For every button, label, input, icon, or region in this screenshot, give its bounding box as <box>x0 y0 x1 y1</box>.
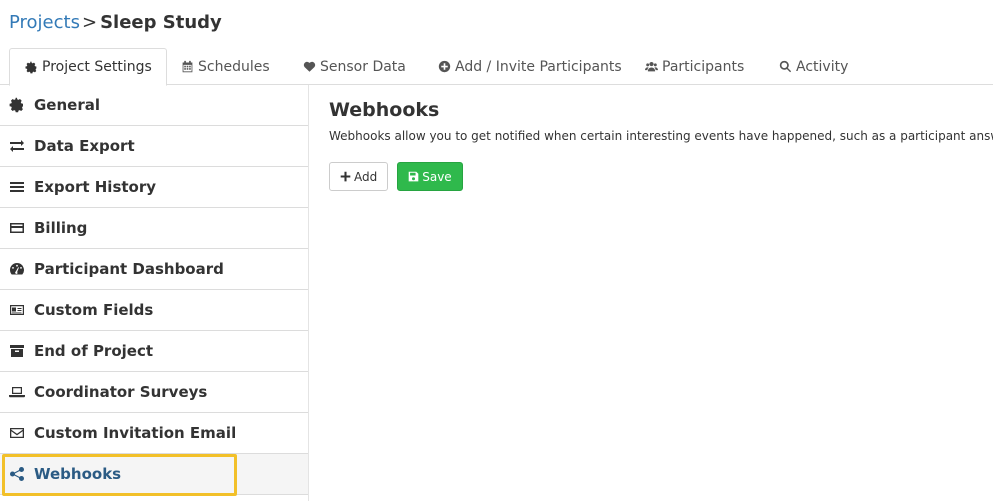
envelope-icon <box>8 425 26 441</box>
page-description: Webhooks allow you to get notified when … <box>329 129 993 143</box>
laptop-icon <box>8 384 26 400</box>
breadcrumb-projects-link[interactable]: Projects <box>9 12 80 33</box>
list-icon <box>8 179 26 195</box>
tab-label: Project Settings <box>42 59 152 75</box>
id-card-icon <box>8 302 26 318</box>
tab-schedules[interactable]: Schedules <box>180 48 270 85</box>
sidebar-item-custom-fields[interactable]: Custom Fields <box>0 290 308 331</box>
gear-icon <box>8 97 26 113</box>
sidebar-item-label: End of Project <box>34 342 154 360</box>
sidebar-item-label: Data Export <box>34 137 135 155</box>
sidebar-item-custom-invitation-email[interactable]: Custom Invitation Email <box>0 413 308 454</box>
search-icon <box>778 60 792 74</box>
settings-sidebar: General Data Export Export History Billi… <box>0 85 309 501</box>
tab-label: Participants <box>662 58 745 75</box>
main-content: Webhooks Webhooks allow you to get notif… <box>329 97 993 191</box>
save-button-label: Save <box>422 169 452 184</box>
sidebar-item-participant-dashboard[interactable]: Participant Dashboard <box>0 249 308 290</box>
tab-activity[interactable]: Activity <box>778 48 848 85</box>
add-button-label: Add <box>354 169 378 184</box>
share-icon <box>8 466 26 482</box>
add-button[interactable]: Add <box>329 162 389 191</box>
gear-icon <box>24 60 38 74</box>
sidebar-item-label: Billing <box>34 219 88 237</box>
sidebar-item-label: Coordinator Surveys <box>34 383 208 401</box>
sidebar-item-label: Export History <box>34 178 157 196</box>
dashboard-icon <box>8 261 26 277</box>
tab-label: Schedules <box>198 58 270 75</box>
users-icon <box>644 60 658 74</box>
tab-sensor-data[interactable]: Sensor Data <box>302 48 406 85</box>
sidebar-item-webhooks[interactable]: Webhooks <box>0 454 308 495</box>
sidebar-item-label: Webhooks <box>34 465 122 483</box>
tab-label: Activity <box>796 58 849 75</box>
sidebar-item-export-history[interactable]: Export History <box>0 167 308 208</box>
floppy-icon <box>408 171 419 182</box>
credit-card-icon <box>8 220 26 236</box>
calendar-icon <box>180 60 194 74</box>
sidebar-item-label: Custom Invitation Email <box>34 424 237 442</box>
plus-circle-icon <box>437 60 451 74</box>
sidebar-item-label: Custom Fields <box>34 301 154 319</box>
sidebar-item-data-export[interactable]: Data Export <box>0 126 308 167</box>
tab-label: Add / Invite Participants <box>455 58 622 75</box>
sidebar-item-general[interactable]: General <box>0 85 308 126</box>
page-title: Webhooks <box>329 99 440 121</box>
breadcrumb-current: Sleep Study <box>100 12 222 33</box>
breadcrumb: Projects > Sleep Study <box>9 11 222 35</box>
heartbeat-icon <box>302 60 316 74</box>
sidebar-item-coordinator-surveys[interactable]: Coordinator Surveys <box>0 372 308 413</box>
archive-icon <box>8 343 26 359</box>
tab-participants[interactable]: Participants <box>644 48 744 85</box>
breadcrumb-separator: > <box>81 12 98 33</box>
plus-icon <box>340 171 351 182</box>
tab-label: Sensor Data <box>320 58 406 75</box>
sidebar-item-billing[interactable]: Billing <box>0 208 308 249</box>
tab-project-settings[interactable]: Project Settings <box>9 48 167 86</box>
sidebar-item-label: General <box>34 96 100 114</box>
save-button[interactable]: Save <box>397 162 463 191</box>
project-tabs: Project Settings Schedules Sensor Data A… <box>0 48 993 86</box>
sidebar-item-label: Participant Dashboard <box>34 260 224 278</box>
exchange-icon <box>8 138 26 154</box>
button-row: Add Save <box>329 162 993 191</box>
sidebar-item-end-of-project[interactable]: End of Project <box>0 331 308 372</box>
tab-add-invite-participants[interactable]: Add / Invite Participants <box>437 48 622 85</box>
